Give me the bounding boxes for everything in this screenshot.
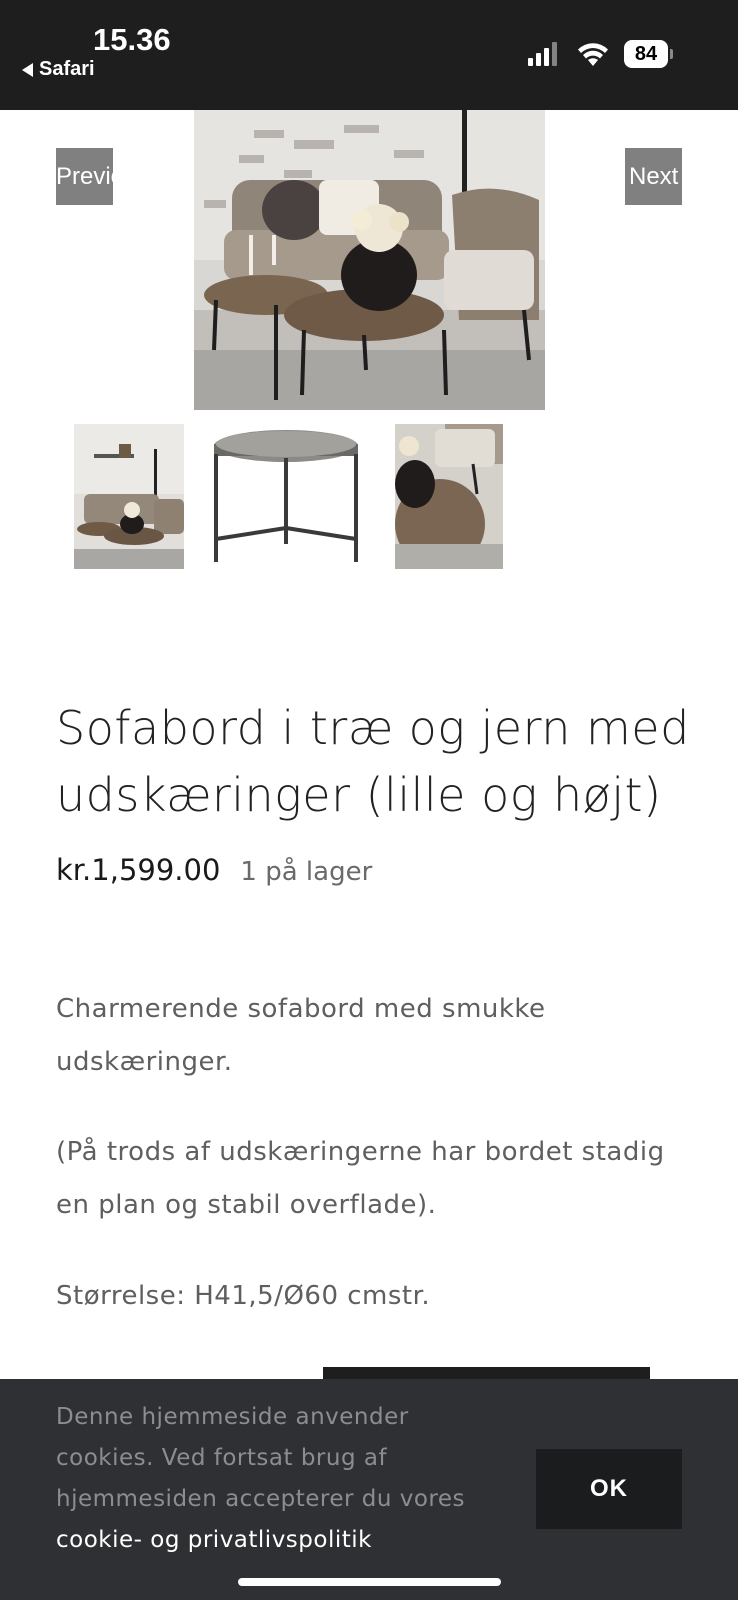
gallery-thumbnail[interactable] bbox=[212, 424, 365, 569]
cookie-message: Denne hjemmeside anvender cookies. Ved f… bbox=[56, 1404, 466, 1512]
product-title: Sofabord i træ og jern med udskæringer (… bbox=[56, 701, 690, 822]
back-to-safari-button[interactable]: Safari bbox=[22, 58, 95, 81]
gallery-thumbnail[interactable] bbox=[395, 424, 503, 569]
product-size-paragraph: Størrelse: H41,5/Ø60 cmstr. bbox=[56, 1281, 431, 1311]
battery-level: 84 bbox=[624, 40, 668, 68]
product-main-image[interactable] bbox=[194, 110, 545, 410]
product-price: kr.1,599.00 bbox=[56, 853, 221, 887]
cookie-text: Denne hjemmeside anvender cookies. Ved f… bbox=[56, 1397, 486, 1561]
price-row: kr.1,599.00 1 på lager bbox=[56, 853, 372, 887]
cookie-ok-button[interactable]: OK bbox=[536, 1449, 682, 1529]
cookie-banner: Denne hjemmeside anvender cookies. Ved f… bbox=[0, 1379, 738, 1600]
status-time: 15.36 bbox=[93, 22, 171, 57]
status-bar: 15.36 Safari 84 bbox=[0, 0, 738, 110]
product-description-paragraph: (På trods af udskæringerne har bordet st… bbox=[56, 1137, 665, 1220]
cookie-policy-link[interactable]: cookie- og privatlivspolitik bbox=[56, 1527, 372, 1553]
product-description-paragraph: Charmerende sofabord med smukke udskærin… bbox=[56, 994, 546, 1077]
stock-status: 1 på lager bbox=[240, 857, 373, 887]
home-indicator bbox=[238, 1578, 501, 1586]
back-app-label: Safari bbox=[39, 58, 95, 80]
gallery-previous-button[interactable]: Previous bbox=[56, 148, 113, 205]
gallery-thumbnail[interactable] bbox=[74, 424, 184, 569]
gallery-next-button[interactable]: Next bbox=[625, 148, 682, 205]
back-arrow-icon bbox=[22, 62, 33, 77]
wifi-icon bbox=[578, 43, 608, 66]
battery-icon: 84 bbox=[624, 40, 673, 68]
cellular-signal-icon bbox=[528, 42, 557, 66]
